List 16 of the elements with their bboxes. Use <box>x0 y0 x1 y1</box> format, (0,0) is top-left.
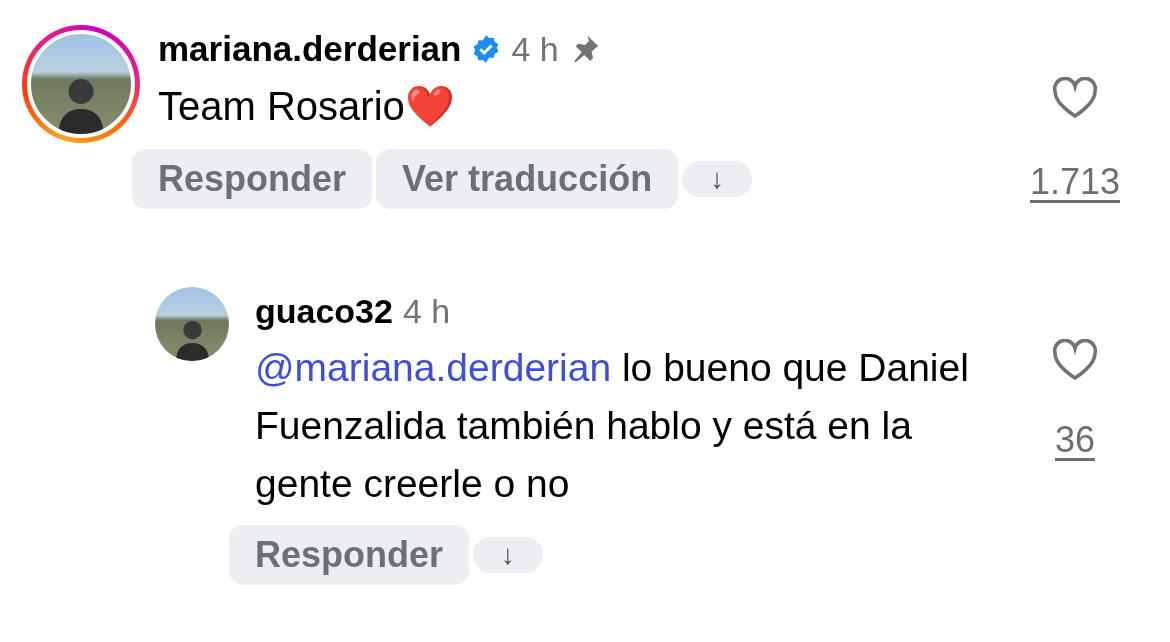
action-button[interactable]: Responder <box>132 149 373 209</box>
arrow-button[interactable]: ↓ <box>473 537 544 573</box>
comment-text: Team Rosario❤ <box>158 83 456 130</box>
like-count[interactable]: 1.713 <box>1029 161 1121 203</box>
like-count[interactable]: 36 <box>1054 419 1095 461</box>
comment-text: @mariana.derderian lo bueno que Daniel Fuenzalida también hablo y está en la gente creerle o no <box>255 345 970 507</box>
heart-icon[interactable] <box>1050 77 1100 119</box>
arrow-button[interactable]: ↓ <box>682 161 753 197</box>
timestamp: 4 h <box>511 29 559 69</box>
timestamp: 4 h <box>402 291 451 331</box>
mention-link[interactable]: @mariana.derderian <box>255 346 612 389</box>
action-button[interactable]: Responder <box>229 525 470 585</box>
action-button[interactable]: Ver traducción <box>376 149 679 209</box>
username[interactable]: guaco32 <box>255 291 393 331</box>
username[interactable]: mariana.derderian <box>158 29 462 69</box>
heart-icon[interactable] <box>1050 339 1100 381</box>
